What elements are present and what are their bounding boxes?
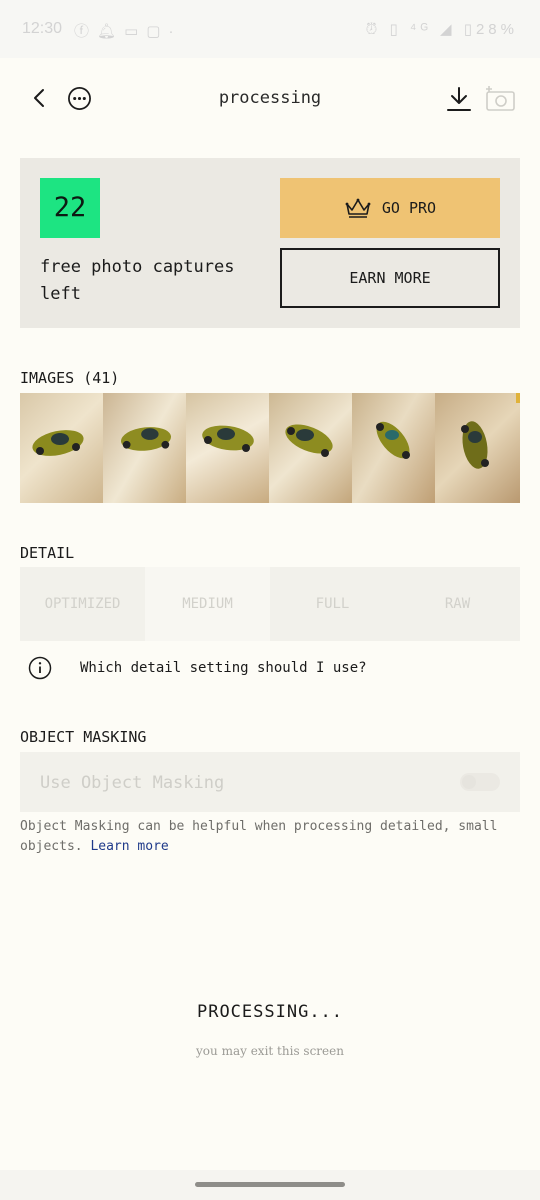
dot-icon: · [168,23,182,40]
object-masking-label: Use Object Masking [40,773,225,793]
go-pro-button[interactable]: GO PRO [280,178,500,238]
detail-help-link[interactable]: Which detail setting should I use? [28,656,367,680]
system-nav-bar [0,1170,540,1200]
alarm-icon: ⏰︎ [365,21,382,38]
object-masking-row: Use Object Masking [20,752,520,812]
image-thumbnail[interactable] [352,393,435,503]
message-icon: ▢ [146,23,169,40]
detail-help-text: Which detail setting should I use? [80,660,367,676]
earn-more-label: EARN MORE [349,269,431,287]
toy-car-photo [202,425,254,452]
image-thumbnail[interactable] [269,393,352,503]
app-header: processing [0,58,540,138]
status-left-icons: ⓕ🔔︎▭▢· [74,20,181,41]
notification-icon: 🔔︎ [97,23,125,40]
facebook-icon: ⓕ [74,23,98,40]
images-section-label: IMAGES (41) [20,369,120,387]
image-thumbnail[interactable] [20,393,103,503]
masking-section-label: OBJECT MASKING [20,728,147,746]
detail-section-label: DETAIL [20,544,75,562]
sim-icon: ▭ [124,23,147,40]
detail-segmented-control: OPTIMIZED MEDIUM FULL RAW [20,567,520,641]
object-masking-toggle[interactable] [460,773,500,791]
processing-status: PROCESSING... [196,1002,344,1022]
earn-more-button[interactable]: EARN MORE [280,248,500,308]
status-right-icons: ⏰︎ ▯ ⁴ᴳ ◢ ▯28% [366,20,518,38]
image-thumbnail[interactable] [103,393,186,503]
hd-icon: ▯ [389,21,402,38]
image-thumbnail[interactable] [186,393,269,503]
object-masking-note: Object Masking can be helpful when proce… [20,817,520,857]
scroll-indicator [516,393,520,403]
detail-option-raw[interactable]: RAW [395,567,520,641]
info-icon [28,656,52,680]
toy-car-photo [461,421,489,469]
status-time: 12:30 [22,20,63,37]
battery-icon: ▯ [463,21,476,38]
image-thumbnail-strip[interactable] [20,393,520,503]
toy-car-photo [120,427,172,451]
crown-icon [345,198,371,218]
battery-percent: 28% [475,21,518,38]
go-pro-label: GO PRO [381,199,437,217]
toy-car-photo [32,430,84,456]
captures-count-badge: 22 [40,178,100,238]
processing-subtitle: you may exit this screen [196,1044,344,1058]
download-icon[interactable] [446,85,472,113]
toy-car-photo [285,424,333,457]
free-captures-card: 22 free photo captures left GO PRO EARN … [20,158,520,328]
status-bar: 12:30 ⓕ🔔︎▭▢· ⏰︎ ▯ ⁴ᴳ ◢ ▯28% [0,0,540,58]
detail-option-optimized[interactable]: OPTIMIZED [20,567,145,641]
home-gesture-handle[interactable] [195,1182,345,1187]
add-photo-icon[interactable] [484,84,516,112]
image-thumbnail[interactable] [435,393,520,503]
4g-icon: ⁴ᴳ [409,21,432,38]
toy-car-photo [376,421,410,459]
learn-more-link[interactable]: Learn more [90,839,168,854]
detail-option-full[interactable]: FULL [270,567,395,641]
captures-remaining-text: free photo captures left [40,257,235,304]
signal-icon: ◢ [439,21,456,38]
toggle-knob [462,775,476,789]
detail-option-medium[interactable]: MEDIUM [145,567,270,641]
